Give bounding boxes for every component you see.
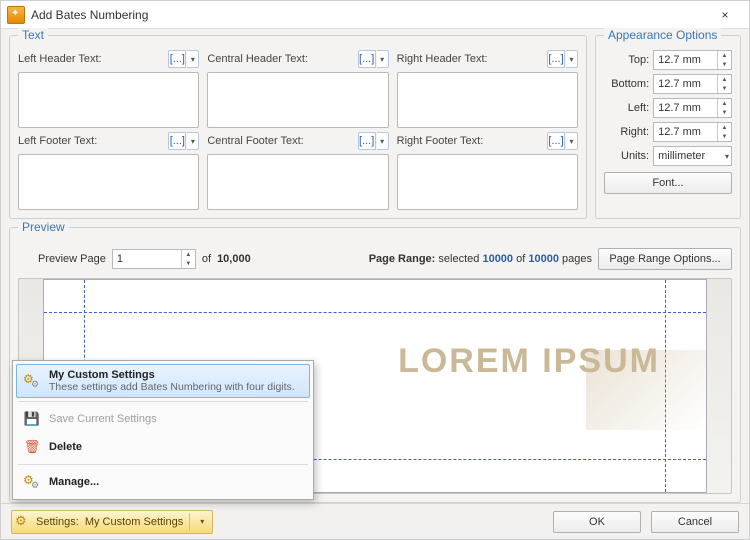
page-range-options-button[interactable]: Page Range Options... <box>598 248 732 270</box>
margin-right-input[interactable]: 12.7 mm▲▼ <box>653 122 732 142</box>
left-header-macro-button[interactable]: [...]▾ <box>168 50 199 68</box>
margin-left-input[interactable]: 12.7 mm▲▼ <box>653 98 732 118</box>
macro-icon: [...] <box>358 132 376 150</box>
cancel-button[interactable]: Cancel <box>651 511 739 533</box>
margin-bottom-input[interactable]: 12.7 mm▲▼ <box>653 74 732 94</box>
macro-icon: [...] <box>358 50 376 68</box>
dialog-footer: Settings: My Custom Settings ▾ OK Cancel <box>1 503 749 539</box>
right-header-label: Right Header Text: <box>397 53 488 65</box>
right-footer-input[interactable] <box>397 154 578 210</box>
right-footer-macro-button[interactable]: [...]▾ <box>547 132 578 150</box>
settings-popup-menu: My Custom Settings These settings add Ba… <box>12 360 314 500</box>
close-button[interactable]: × <box>707 1 743 29</box>
delete-settings-item[interactable]: Delete <box>16 433 310 461</box>
document-placeholder-text: LOREM IPSUM <box>398 342 660 381</box>
settings-preset-item[interactable]: My Custom Settings These settings add Ba… <box>16 364 310 398</box>
ok-button[interactable]: OK <box>553 511 641 533</box>
page-range-status: Page Range: selected 10000 of 10000 page… <box>369 253 592 265</box>
gears-icon <box>23 473 41 491</box>
chevron-down-icon: ▾ <box>566 132 578 150</box>
central-footer-input[interactable] <box>207 154 388 210</box>
chevron-down-icon: ▾ <box>196 517 208 526</box>
text-group: Text Left Header Text: [...]▾ Central He… <box>9 35 587 219</box>
central-header-input[interactable] <box>207 72 388 128</box>
chevron-down-icon: ▾ <box>377 132 389 150</box>
preset-title: My Custom Settings <box>49 369 295 381</box>
central-header-label: Central Header Text: <box>207 53 308 65</box>
macro-icon: [...] <box>168 50 186 68</box>
stepper-icon: ▲▼ <box>717 99 731 117</box>
units-label: Units: <box>604 150 649 162</box>
right-footer-label: Right Footer Text: <box>397 135 484 147</box>
app-icon <box>7 6 25 24</box>
units-select[interactable]: millimeter▾ <box>653 146 732 166</box>
preview-page-input[interactable]: 1▲▼ <box>112 249 196 269</box>
preview-group-title: Preview <box>18 220 69 234</box>
margin-bottom-label: Bottom: <box>604 78 649 90</box>
settings-label: Settings: <box>36 516 79 528</box>
title-bar: Add Bates Numbering × <box>1 1 749 29</box>
stepper-icon: ▲▼ <box>181 250 195 268</box>
settings-current: My Custom Settings <box>85 516 183 528</box>
preset-description: These settings add Bates Numbering with … <box>49 381 295 393</box>
macro-icon: [...] <box>547 132 565 150</box>
central-header-macro-button[interactable]: [...]▾ <box>358 50 389 68</box>
left-footer-label: Left Footer Text: <box>18 135 97 147</box>
window-title: Add Bates Numbering <box>31 8 707 22</box>
font-button[interactable]: Font... <box>604 172 732 194</box>
close-icon: × <box>721 8 728 22</box>
chevron-down-icon: ▾ <box>187 50 199 68</box>
gears-icon <box>23 372 41 390</box>
macro-icon: [...] <box>547 50 565 68</box>
right-header-macro-button[interactable]: [...]▾ <box>547 50 578 68</box>
appearance-group-title: Appearance Options <box>604 28 721 42</box>
central-footer-macro-button[interactable]: [...]▾ <box>358 132 389 150</box>
margin-left-label: Left: <box>604 102 649 114</box>
chevron-down-icon: ▾ <box>187 132 199 150</box>
save-icon <box>23 410 41 428</box>
menu-separator <box>18 401 308 402</box>
manage-settings-item[interactable]: Manage... <box>16 468 310 496</box>
chevron-down-icon: ▾ <box>377 50 389 68</box>
chevron-down-icon: ▾ <box>566 50 578 68</box>
margin-top-input[interactable]: 12.7 mm▲▼ <box>653 50 732 70</box>
preview-page-label: Preview Page <box>38 253 106 265</box>
gear-icon <box>16 515 30 529</box>
save-settings-item[interactable]: Save Current Settings <box>16 405 310 433</box>
menu-separator <box>18 464 308 465</box>
central-footer-label: Central Footer Text: <box>207 135 303 147</box>
left-header-label: Left Header Text: <box>18 53 102 65</box>
macro-icon: [...] <box>168 132 186 150</box>
margin-guide <box>44 312 706 313</box>
trash-icon <box>23 438 41 456</box>
of-label: of <box>202 253 211 265</box>
margin-right-label: Right: <box>604 126 649 138</box>
left-footer-macro-button[interactable]: [...]▾ <box>168 132 199 150</box>
left-header-input[interactable] <box>18 72 199 128</box>
stepper-icon: ▲▼ <box>717 75 731 93</box>
appearance-group: Appearance Options Top: 12.7 mm▲▼ Bottom… <box>595 35 741 219</box>
stepper-icon: ▲▼ <box>717 123 731 141</box>
total-pages: 10,000 <box>217 253 251 265</box>
left-footer-input[interactable] <box>18 154 199 210</box>
margin-top-label: Top: <box>604 54 649 66</box>
chevron-down-icon: ▾ <box>725 152 729 161</box>
stepper-icon: ▲▼ <box>717 51 731 69</box>
text-group-title: Text <box>18 28 48 42</box>
settings-dropdown[interactable]: Settings: My Custom Settings ▾ <box>11 510 213 534</box>
right-header-input[interactable] <box>397 72 578 128</box>
